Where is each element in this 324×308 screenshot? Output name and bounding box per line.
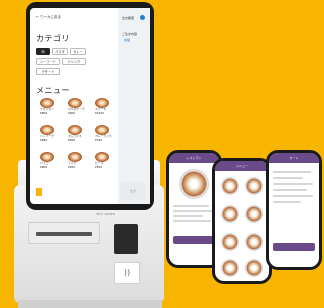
kiosk-brand: SELF ORDER [96, 212, 115, 216]
category-tab-0[interactable]: 肉 [36, 48, 50, 55]
food-image[interactable] [245, 233, 263, 251]
menu-item[interactable]: オムライス ¥850 [68, 125, 88, 142]
text-line [173, 215, 203, 217]
text-line [273, 183, 313, 185]
menu-item[interactable]: ナポリタン ¥800 [40, 98, 60, 115]
phone-1-title: レストラン [186, 156, 202, 160]
phone-2-title: メニュー [235, 164, 248, 168]
order-history-link[interactable]: 注文履歴 [122, 16, 134, 20]
language-button[interactable]: 言語 [124, 38, 130, 42]
order-button[interactable]: 注文 [120, 182, 146, 200]
menu-item-price: ¥1200 [95, 111, 104, 116]
menu-item[interactable]: パフェ ¥600 [40, 152, 60, 169]
info-icon[interactable] [140, 15, 145, 20]
category-tab-4[interactable]: ドリンク [62, 58, 86, 65]
food-image[interactable] [221, 177, 239, 195]
food-image[interactable] [245, 177, 263, 195]
text-line [173, 205, 209, 207]
menu-item-price: ¥400 [68, 165, 76, 170]
text-line [273, 189, 307, 191]
menu-item-price: ¥500 [95, 165, 103, 170]
nfc-icon: )) [114, 262, 140, 284]
phone-2-header: メニュー [215, 161, 269, 171]
category-title: カテゴリ [36, 34, 70, 43]
checkout-button[interactable] [273, 243, 315, 251]
menu-item[interactable]: ビール ¥500 [95, 152, 115, 169]
phone-3-header: カート [269, 153, 319, 163]
category-tab-3[interactable]: シーフード [36, 58, 60, 65]
menu-item-price: ¥800 [40, 111, 48, 116]
food-image [179, 169, 209, 199]
phone-1-header: レストラン [169, 153, 219, 163]
phone-3-title: カート [289, 156, 299, 160]
text-line [273, 201, 301, 203]
menu-item-price: ¥980 [40, 138, 48, 143]
text-line [273, 177, 303, 179]
phone-2-screen: メニュー [215, 161, 269, 281]
food-image[interactable] [245, 205, 263, 223]
food-image[interactable] [221, 233, 239, 251]
text-line [173, 220, 211, 222]
menu-item[interactable]: カレーライス ¥780 [95, 125, 115, 142]
receipt-slot [36, 232, 92, 236]
add-to-cart-button[interactable] [173, 236, 215, 244]
kiosk-base [18, 300, 162, 308]
food-image[interactable] [245, 259, 263, 277]
menu-item[interactable]: ステーキ ¥1200 [95, 98, 115, 115]
menu-title: メニュー [36, 86, 70, 95]
card-reader [114, 224, 138, 254]
category-tab-2[interactable]: カレー [70, 48, 86, 55]
order-summary-label: ご注文内容 [122, 32, 138, 36]
menu-item-price: ¥780 [95, 138, 103, 143]
menu-item[interactable]: カルボナーラ ¥900 [68, 98, 88, 115]
category-tab-5[interactable]: デザート [36, 68, 60, 75]
menu-item-price: ¥600 [40, 165, 48, 170]
menu-item[interactable]: アイス ¥400 [68, 152, 88, 169]
food-image[interactable] [221, 205, 239, 223]
category-tab-1[interactable]: パスタ [52, 48, 68, 55]
phone-3-screen: カート [269, 153, 319, 267]
back-button[interactable]: ← ワーカに戻る [36, 15, 61, 20]
kiosk-sidebar [118, 8, 150, 204]
text-line [173, 210, 213, 212]
menu-item-price: ¥850 [68, 138, 76, 143]
food-image[interactable] [221, 259, 239, 277]
page: { "kiosk": { "back_label": "← ワーカに戻る", "… [0, 0, 324, 308]
text-line [273, 171, 311, 173]
menu-item-price: ¥900 [68, 111, 76, 116]
menu-item[interactable]: ハンバーグ ¥980 [40, 125, 60, 142]
text-line [273, 195, 313, 197]
cart-icon[interactable] [36, 188, 42, 196]
